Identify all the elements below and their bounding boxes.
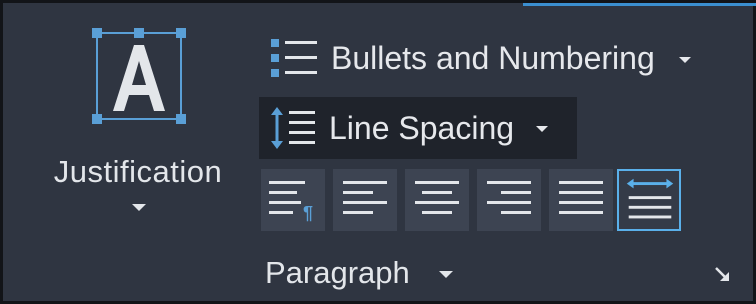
line-spacing-icon: [271, 107, 315, 149]
text-justification-icon: [92, 28, 186, 124]
justification-label: Justification: [53, 154, 223, 189]
align-center-button[interactable]: [405, 169, 469, 231]
default-alignment-button[interactable]: ¶: [261, 169, 325, 231]
bullets-and-numbering-button[interactable]: Bullets and Numbering: [261, 29, 741, 87]
justification-button[interactable]: Justification: [33, 21, 243, 211]
alignment-button-group: ¶: [261, 169, 685, 233]
chevron-down-icon[interactable]: [439, 271, 453, 278]
chevron-down-icon: [132, 204, 146, 211]
default-icon: ¶: [269, 181, 313, 223]
svg-text:¶: ¶: [303, 203, 313, 223]
panel-title[interactable]: Paragraph: [265, 255, 410, 291]
align-right-button[interactable]: [477, 169, 541, 231]
distribute-icon: [626, 178, 674, 219]
bulleted-list-icon: [271, 39, 317, 77]
align-right-icon: [487, 181, 531, 214]
justify-button[interactable]: [549, 169, 613, 231]
chevron-down-icon: [678, 57, 691, 63]
panel-top-accent: [523, 3, 756, 6]
justify-icon: [559, 181, 603, 214]
align-left-button[interactable]: [333, 169, 397, 231]
dialog-launcher-icon[interactable]: [713, 265, 733, 285]
align-left-icon: [343, 181, 387, 214]
bullets-and-numbering-label: Bullets and Numbering: [331, 39, 655, 76]
line-spacing-button[interactable]: Line Spacing: [259, 97, 577, 159]
chevron-down-icon: [536, 126, 549, 132]
line-spacing-label: Line Spacing: [329, 109, 515, 146]
align-center-icon: [415, 181, 459, 214]
paragraph-panel: Justification Bullets and Numbering Line…: [0, 0, 756, 304]
distribute-button[interactable]: [617, 169, 681, 231]
